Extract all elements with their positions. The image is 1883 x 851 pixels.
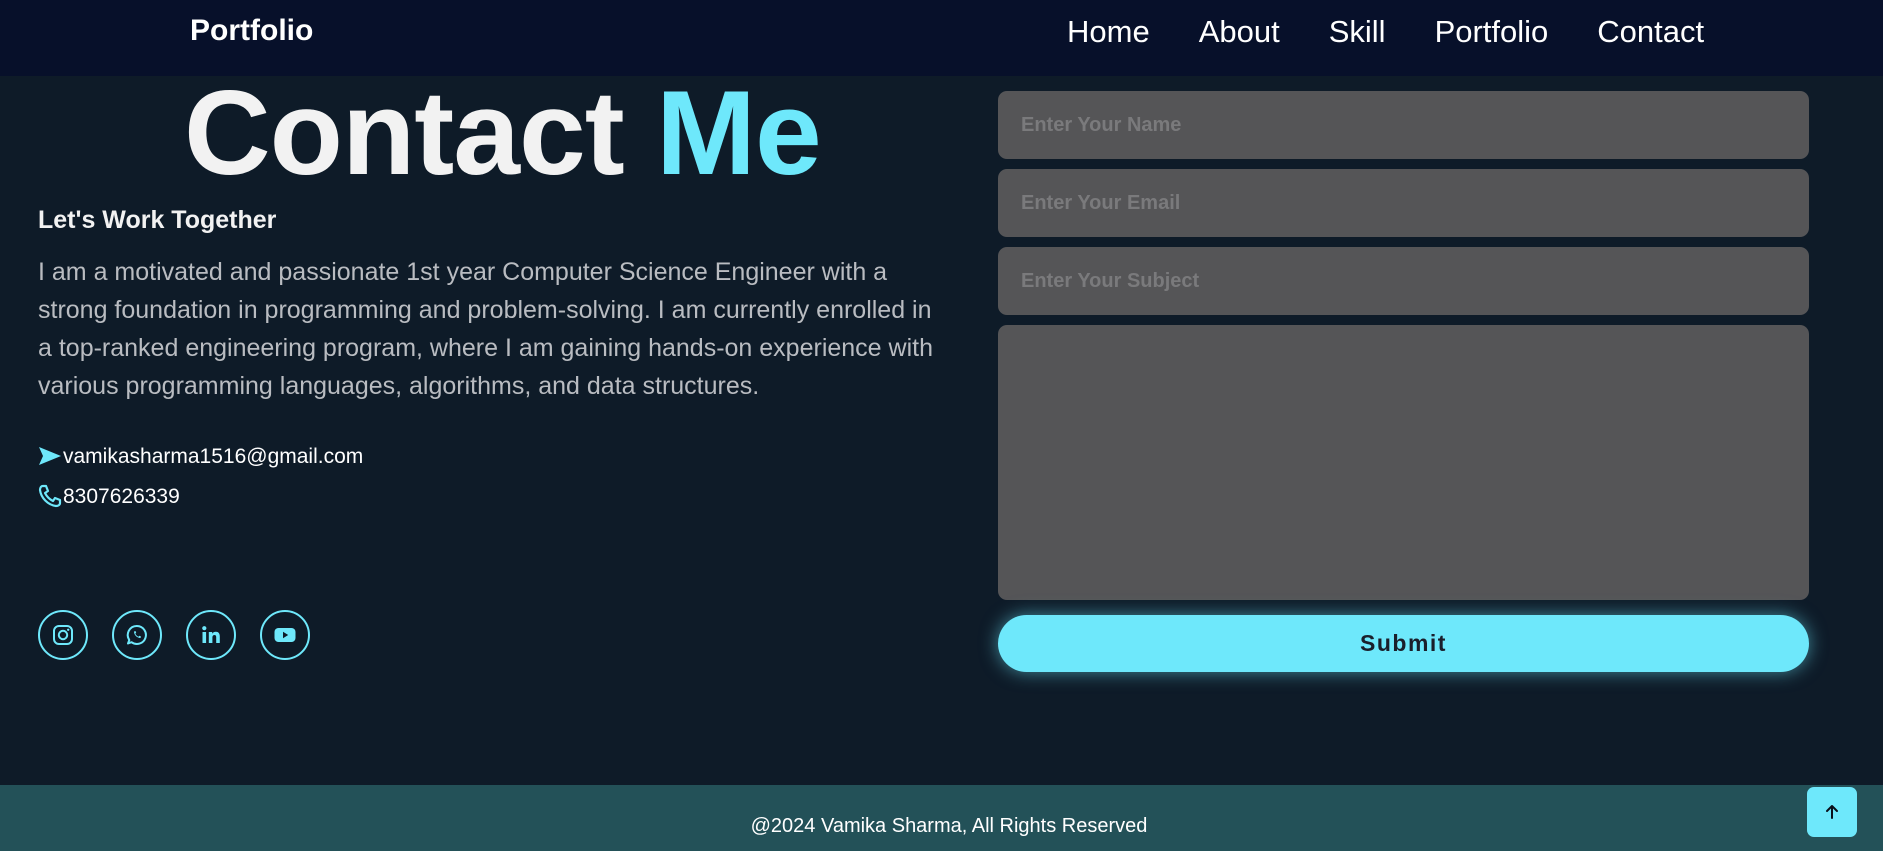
social-links (38, 610, 334, 660)
nav-link-portfolio[interactable]: Portfolio (1435, 13, 1549, 51)
linkedin-link[interactable] (186, 610, 236, 660)
back-to-top-button[interactable] (1807, 787, 1857, 837)
phone-text[interactable]: 8307626339 (63, 485, 180, 509)
site-logo[interactable]: Portfolio (190, 14, 313, 48)
instagram-icon (53, 625, 73, 645)
nav-link-home[interactable]: Home (1067, 13, 1150, 51)
phone-icon (38, 484, 62, 510)
send-icon (38, 444, 62, 470)
title-word-me: Me (656, 66, 822, 200)
nav-link-about[interactable]: About (1199, 13, 1280, 51)
phone-row: 8307626339 (38, 484, 180, 510)
subject-input[interactable] (998, 247, 1809, 315)
youtube-icon (274, 628, 296, 642)
email-input[interactable] (998, 169, 1809, 237)
about-paragraph: I am a motivated and passionate 1st year… (38, 258, 933, 400)
youtube-link[interactable] (260, 610, 310, 660)
nav-link-skill[interactable]: Skill (1329, 13, 1386, 51)
linkedin-icon (202, 626, 220, 643)
name-input[interactable] (998, 91, 1809, 159)
arrow-up-icon (1826, 805, 1838, 819)
whatsapp-link[interactable] (112, 610, 162, 660)
message-textarea[interactable] (998, 325, 1809, 600)
submit-button[interactable]: Submit (998, 615, 1809, 672)
title-word-contact: Contact (184, 66, 625, 200)
navbar: Portfolio Home About Skill Portfolio Con… (0, 0, 1883, 76)
footer-copyright: @2024 Vamika Sharma, All Rights Reserved (750, 815, 1148, 837)
contact-subheading: Let's Work Together (38, 206, 277, 234)
nav-link-contact[interactable]: Contact (1597, 13, 1704, 51)
page-title: Contact Me (184, 66, 822, 200)
email-row: vamikasharma1516@gmail.com (38, 444, 363, 470)
instagram-link[interactable] (38, 610, 88, 660)
email-text[interactable]: vamikasharma1516@gmail.com (63, 445, 363, 469)
whatsapp-icon (126, 624, 147, 645)
nav-menu: Home About Skill Portfolio Contact (1067, 13, 1704, 51)
footer: @2024 Vamika Sharma, All Rights Reserved (0, 785, 1883, 851)
